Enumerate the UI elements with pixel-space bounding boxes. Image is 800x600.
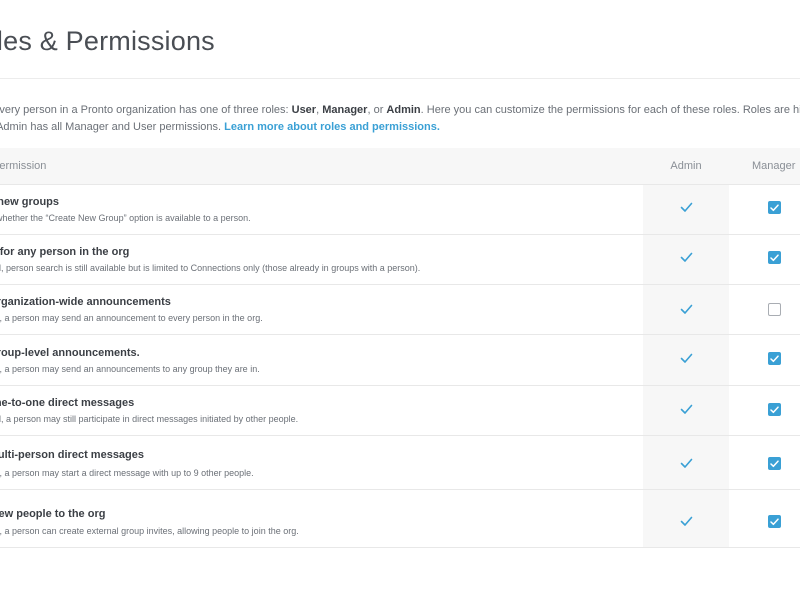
checkmark-icon (678, 401, 694, 417)
intro-text-part: and an Admin has all Manager and User pe… (0, 121, 222, 133)
checkbox-checked-icon (770, 203, 779, 211)
permission-description: If enabled, a person can create external… (0, 526, 299, 536)
checkbox-checked-icon (770, 517, 779, 525)
intro-line-1: Every person in a Pronto organization ha… (0, 102, 800, 119)
manager-checkbox-checked[interactable] (768, 201, 781, 214)
manager-checkbox-checked[interactable] (768, 515, 781, 528)
permission-title: Invite new people to the org (0, 508, 106, 520)
table-header: Permission Admin Manager (0, 148, 800, 185)
column-header-permission: Permission (0, 160, 47, 172)
permission-description: If enabled, a person may send an announc… (0, 313, 263, 323)
role-manager-label: Manager (322, 104, 368, 116)
permission-row-send-group-level-announcements: Send group-level announcements. If enable… (0, 335, 800, 386)
manager-checkbox-checked[interactable] (768, 352, 781, 365)
manager-checkbox-checked[interactable] (768, 457, 781, 470)
intro-text-part: . Here you can customize the permissions… (420, 104, 800, 116)
permission-title: Start multi-person direct messages (0, 449, 145, 461)
permission-row-start-one-to-one-direct-messages: Start one-to-one direct messages If disab… (0, 386, 800, 436)
checkmark-icon (678, 249, 694, 265)
permission-row-start-multi-person-direct-messages: Start multi-person direct messages If ena… (0, 436, 800, 490)
intro-text-part: Every person in a Pronto organization ha… (0, 104, 292, 116)
permission-row-search-for-any-person-in-the-org: Search for any person in the org If disab… (0, 235, 800, 285)
manager-checkbox-checked[interactable] (768, 251, 781, 264)
manager-checkbox-unchecked[interactable] (768, 303, 781, 316)
permission-title: Send organization-wide announcements (0, 296, 171, 308)
permission-row-create-new-groups: Create new groups Controls whether the “C… (0, 185, 800, 235)
checkmark-icon (678, 455, 694, 471)
checkmark-icon (678, 199, 694, 215)
permission-title: Send group-level announcements. (0, 347, 140, 359)
permission-description: If disabled, a person may still particip… (0, 414, 299, 424)
checkbox-checked-icon (770, 405, 779, 413)
intro-sep: , or (367, 104, 387, 116)
permission-description: If enabled, a person may start a direct … (0, 468, 254, 478)
permission-title: Search for any person in the org (0, 246, 130, 258)
role-user-label: User (291, 104, 317, 116)
intro-line-2: and an Admin has all Manager and User pe… (0, 119, 800, 136)
role-admin-label: Admin (386, 104, 421, 116)
roles-permissions-page: Roles & Permissions Every person in a Pr… (0, 0, 800, 600)
manager-checkbox-checked[interactable] (768, 403, 781, 416)
column-header-admin: Admin (670, 160, 702, 172)
column-header-manager: Manager (752, 160, 796, 172)
learn-more-link[interactable]: Learn more about roles and permissions. (224, 121, 440, 133)
checkbox-checked-icon (770, 459, 779, 467)
checkbox-checked-icon (770, 354, 779, 362)
permission-row-invite-new-people-to-the-org: Invite new people to the org If enabled, … (0, 490, 800, 548)
permission-description: If enabled, a person may send an announc… (0, 364, 260, 374)
page-title: Roles & Permissions (0, 26, 215, 56)
checkmark-icon (678, 301, 694, 317)
permission-description: Controls whether the “Create New Group” … (0, 213, 251, 223)
checkmark-icon (678, 513, 694, 529)
checkbox-checked-icon (770, 253, 779, 261)
title-divider (0, 78, 800, 79)
permission-row-send-organization-wide-announcements: Send organization-wide announcements If e… (0, 285, 800, 335)
permission-title: Start one-to-one direct messages (0, 397, 135, 409)
intro-text: Every person in a Pronto organization ha… (0, 102, 800, 136)
checkmark-icon (678, 350, 694, 366)
permission-title: Create new groups (0, 196, 60, 208)
permission-description: If disabled, person search is still avai… (0, 263, 421, 273)
